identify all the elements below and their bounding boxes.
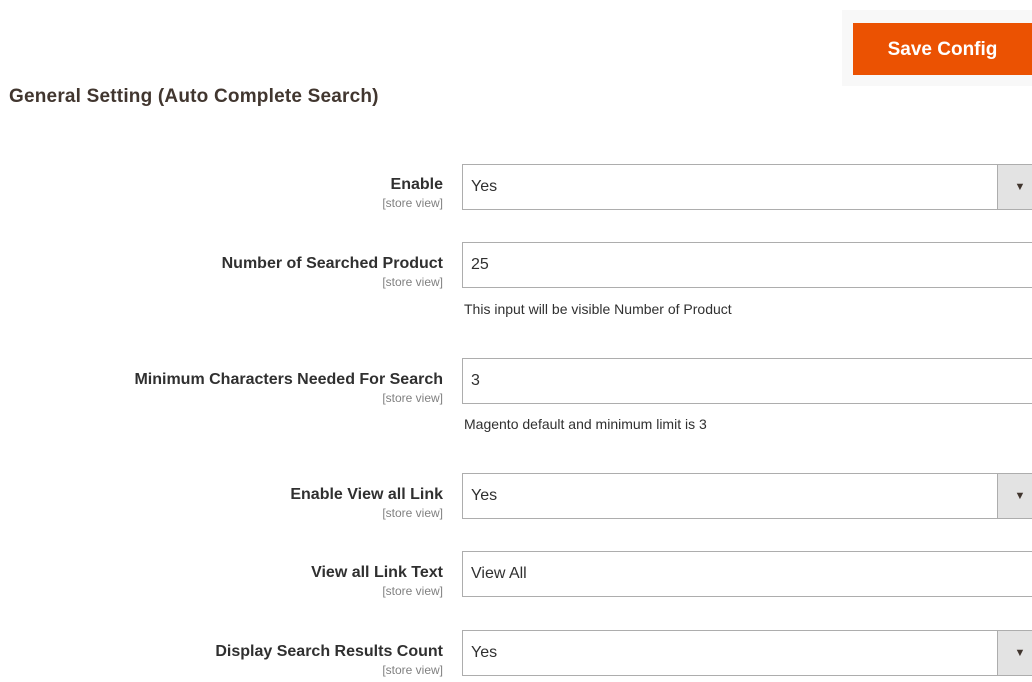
input-value: 3 [471,372,480,389]
chevron-down-icon: ▼ [1014,647,1026,659]
field-label-group: Number of Searched Product [store view] [0,254,443,289]
chevron-down-icon: ▼ [1014,181,1026,193]
field-label: Display Search Results Count [215,643,443,660]
chevron-down-icon: ▼ [1014,490,1026,502]
scope-label: [store view] [382,275,443,289]
field-label: Number of Searched Product [221,255,443,272]
select-value: Yes [471,487,498,504]
field-label: View all Link Text [311,564,443,581]
select-value: Yes [471,644,498,661]
scope-label: [store view] [382,506,443,520]
field-label: Enable View all Link [290,486,443,503]
scope-label: [store view] [382,663,443,677]
field-label-group: View all Link Text [store view] [0,563,443,598]
scope-label: [store view] [382,196,443,210]
dropdown-toggle[interactable]: ▼ [997,631,1032,675]
field-label: Enable [390,176,443,193]
display-search-results-count-select[interactable]: Yes ▼ [462,630,1032,676]
minimum-characters-input[interactable]: 3 [462,358,1032,404]
section-title: General Setting (Auto Complete Search) [9,86,379,107]
enable-select[interactable]: Yes ▼ [462,164,1032,210]
input-value: 25 [471,256,489,273]
config-page: Save Config General Setting (Auto Comple… [0,0,1032,682]
dropdown-toggle[interactable]: ▼ [997,474,1032,518]
field-label-group: Display Search Results Count [store view… [0,642,443,677]
field-note: This input will be visible Number of Pro… [464,301,732,317]
scope-label: [store view] [382,584,443,598]
input-value: View All [471,565,527,582]
number-of-searched-product-input[interactable]: 25 [462,242,1032,288]
page-actions: Save Config [842,10,1032,86]
save-config-button[interactable]: Save Config [853,23,1032,75]
field-label-group: Enable View all Link [store view] [0,485,443,520]
select-value: Yes [471,178,498,195]
scope-label: [store view] [382,391,443,405]
dropdown-toggle[interactable]: ▼ [997,165,1032,209]
enable-view-all-link-select[interactable]: Yes ▼ [462,473,1032,519]
field-label-group: Enable [store view] [0,175,443,210]
view-all-link-text-input[interactable]: View All [462,551,1032,597]
field-label-group: Minimum Characters Needed For Search [st… [0,370,443,405]
field-label: Minimum Characters Needed For Search [134,371,443,388]
field-note: Magento default and minimum limit is 3 [464,416,707,432]
